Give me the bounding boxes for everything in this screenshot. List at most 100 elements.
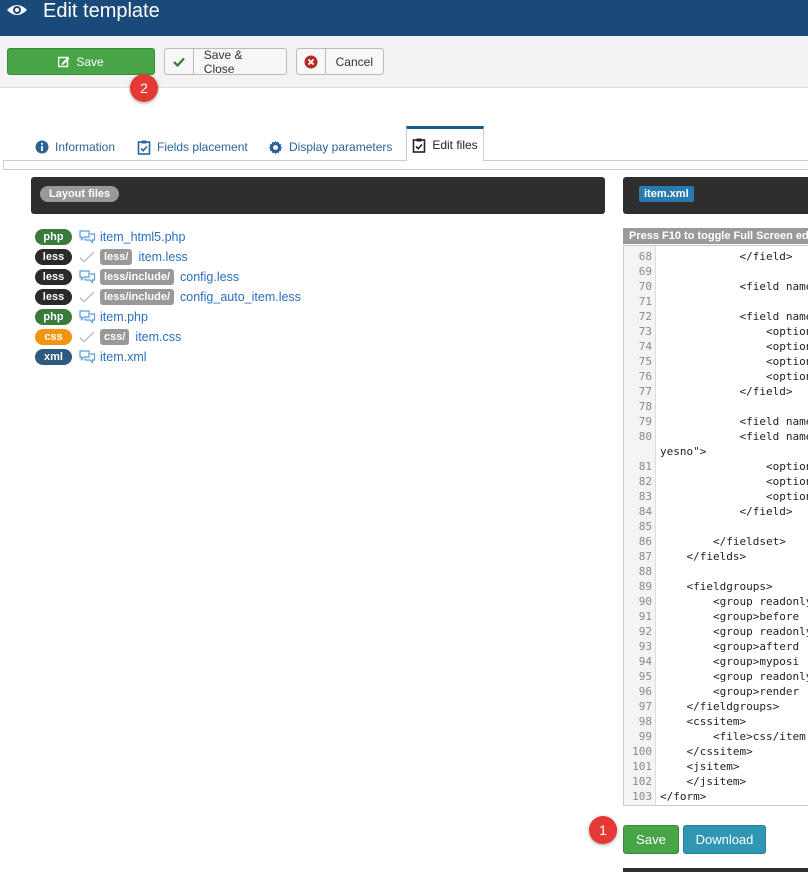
file-link[interactable]: item_html5.php: [100, 230, 185, 244]
file-path-badge: less/: [100, 249, 133, 265]
line-number: 101: [632, 760, 652, 773]
check-icon: [78, 331, 96, 343]
line-number: 86: [638, 535, 652, 548]
toolbar: Save Save & Close Cancel: [0, 36, 808, 88]
line-text: <group readonly: [660, 595, 808, 608]
line-number: 94: [638, 655, 652, 668]
save-close-label: Save & Close: [203, 47, 243, 76]
line-text: <option: [660, 325, 808, 338]
line-text: </field>: [660, 385, 793, 398]
list-item: css css/ item.css: [35, 327, 301, 347]
line-number: 71: [638, 295, 652, 308]
line-text: <fieldgroups>: [660, 580, 773, 593]
file-link[interactable]: config.less: [180, 270, 239, 284]
file-type-badge: php: [35, 229, 72, 245]
file-type-badge: less: [35, 289, 72, 305]
line-number: 70: [638, 280, 652, 293]
line-number: 103: [632, 790, 652, 803]
annotation-badge-1: 1: [589, 816, 617, 844]
file-link[interactable]: item.less: [138, 250, 187, 264]
line-text: </fields>: [660, 550, 747, 563]
save-button-label: Save: [76, 54, 104, 69]
layout-files-title: Layout files: [40, 186, 120, 202]
tab-information[interactable]: Information: [35, 134, 115, 160]
line-number: 85: [638, 520, 652, 533]
line-number: 79: [638, 415, 652, 428]
save-close-button[interactable]: Save & Close: [164, 47, 287, 76]
clipboard-check-icon: [137, 140, 151, 155]
line-text: </fieldset>: [660, 535, 786, 548]
line-number: 95: [638, 670, 652, 683]
line-number: 93: [638, 640, 652, 653]
line-number: 77: [638, 385, 652, 398]
download-button[interactable]: Download: [683, 825, 766, 854]
file-path-badge: less/include/: [100, 269, 175, 285]
comments-icon[interactable]: [78, 230, 96, 244]
file-path-badge: css/: [100, 329, 130, 345]
panel-footer-edge: [623, 868, 808, 872]
line-text: <option: [660, 490, 808, 503]
edit-icon: [58, 56, 70, 67]
check-icon: [78, 251, 96, 263]
tab-fields-placement[interactable]: Fields placement: [137, 134, 248, 160]
line-number: 69: [638, 265, 652, 278]
annotation-badge-2: 2: [130, 74, 158, 102]
line-text: <field name=: [660, 280, 808, 293]
line-number: 83: [638, 490, 652, 503]
file-link[interactable]: config_auto_item.less: [180, 290, 301, 304]
line-text: <field name=: [660, 310, 808, 323]
line-text: <group>before: [660, 610, 800, 623]
editor-hint: Press F10 to toggle Full Screen editing: [623, 228, 808, 244]
list-item: less less/ item.less: [35, 247, 301, 267]
info-icon: [35, 140, 49, 154]
tab-edit-files[interactable]: Edit files: [406, 126, 484, 161]
list-item: less less/include/ config_auto_item.less: [35, 287, 301, 307]
file-link[interactable]: item.php: [100, 310, 148, 324]
file-list: php item_html5.php less less/ item.less …: [35, 227, 301, 367]
line-number: 96: [638, 685, 652, 698]
line-text: </field>: [660, 250, 793, 263]
line-text: <jsitem>: [660, 760, 740, 773]
line-text: <group>myposi: [660, 655, 800, 668]
cancel-label: Cancel: [335, 54, 373, 69]
line-text: </fieldgroups>: [660, 700, 780, 713]
line-number: 75: [638, 355, 652, 368]
list-item: php item.php: [35, 307, 301, 327]
line-number: 87: [638, 550, 652, 563]
current-filename: item.xml: [639, 186, 694, 202]
list-item: php item_html5.php: [35, 227, 301, 247]
code-editor[interactable]: 68 </field> 69 70 <field name= 71 72 <field …: [623, 245, 808, 806]
tab-bar: Information Fields placement Display par…: [0, 126, 808, 170]
layout-files-header: Layout files: [31, 177, 605, 214]
line-text: <option: [660, 340, 808, 353]
line-text: </cssitem>: [660, 745, 753, 758]
line-text: <option: [660, 355, 808, 368]
comments-icon[interactable]: [78, 270, 96, 284]
line-number: 98: [638, 715, 652, 728]
file-type-badge: php: [35, 309, 72, 325]
file-path-badge: less/include/: [100, 289, 175, 305]
line-number: 81: [638, 460, 652, 473]
comments-icon[interactable]: [78, 350, 96, 364]
line-text: <option: [660, 475, 808, 488]
tab-display-parameters[interactable]: Display parameters: [268, 134, 392, 160]
file-link[interactable]: item.xml: [100, 350, 147, 364]
check-icon: [165, 49, 194, 74]
line-number: 99: [638, 730, 652, 743]
tab-label: Information: [55, 140, 116, 154]
comments-icon[interactable]: [78, 310, 96, 324]
file-link[interactable]: item.css: [135, 330, 181, 344]
line-text: <option: [660, 370, 808, 383]
page-title: Edit template: [43, 0, 160, 22]
file-editor-header: item.xml: [623, 177, 808, 214]
line-text: <field name=: [660, 430, 808, 443]
cancel-button[interactable]: Cancel: [296, 48, 384, 75]
tab-label: Fields placement: [157, 140, 248, 154]
line-text: </jsitem>: [660, 775, 747, 788]
save-button[interactable]: Save: [7, 48, 155, 75]
list-item: less less/include/ config.less: [35, 267, 301, 287]
line-number: 80: [638, 430, 652, 443]
line-number: 91: [638, 610, 652, 623]
line-number: 102: [632, 775, 652, 788]
file-save-button[interactable]: Save: [623, 825, 679, 854]
